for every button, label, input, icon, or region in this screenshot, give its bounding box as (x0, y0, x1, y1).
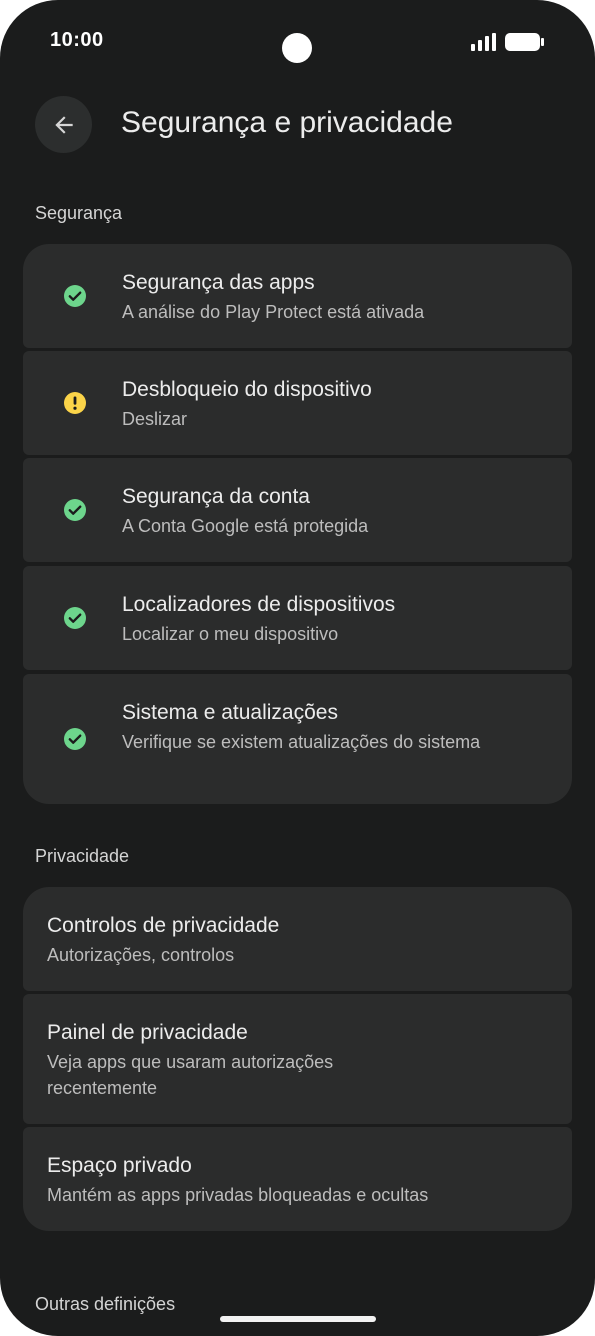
item-subtitle: Verifique se existem atualizações do sis… (122, 732, 481, 752)
security-item-app-security[interactable]: Segurança das apps A análise do Play Pro… (23, 244, 572, 348)
item-title: Segurança das apps (122, 271, 315, 294)
item-title: Controlos de privacidade (47, 914, 280, 937)
camera-cutout (282, 33, 312, 63)
item-title: Localizadores de dispositivos (122, 593, 396, 616)
section-header-privacy: Privacidade (35, 846, 130, 866)
section-header-other: Outras definições (35, 1294, 176, 1314)
item-title: Sistema e atualizações (122, 701, 338, 724)
warning-circle-icon (64, 392, 86, 414)
back-button[interactable] (35, 96, 92, 153)
check-circle-icon (64, 499, 86, 521)
item-title: Espaço privado (47, 1154, 192, 1177)
security-item-device-unlock[interactable]: Desbloqueio do dispositivo Deslizar (23, 351, 572, 455)
status-bar: 10:00 (0, 0, 595, 90)
signal-icon (471, 33, 496, 51)
privacy-item-private-space[interactable]: Espaço privado Mantém as apps privadas b… (23, 1127, 572, 1231)
item-subtitle: A análise do Play Protect está ativada (122, 302, 425, 322)
phone-screen: 10:00 Segurança e privacidade Segurança … (0, 0, 595, 1336)
privacy-item-controls[interactable]: Controlos de privacidade Autorizações, c… (23, 887, 572, 991)
section-header-security: Segurança (35, 203, 123, 223)
item-title: Desbloqueio do dispositivo (122, 378, 372, 401)
page-title: Segurança e privacidade (121, 106, 453, 139)
status-time: 10:00 (50, 29, 104, 51)
privacy-item-dashboard[interactable]: Painel de privacidade Veja apps que usar… (23, 994, 572, 1124)
security-item-account-security[interactable]: Segurança da conta A Conta Google está p… (23, 458, 572, 562)
item-title: Segurança da conta (122, 485, 310, 508)
item-subtitle: Mantém as apps privadas bloqueadas e ocu… (47, 1185, 429, 1205)
item-subtitle: Veja apps que usaram autorizações recent… (47, 1052, 334, 1098)
arrow-back-icon (54, 115, 73, 134)
item-subtitle: A Conta Google está protegida (122, 516, 369, 536)
security-item-system-updates[interactable]: Sistema e atualizações Verifique se exis… (23, 674, 572, 804)
item-subtitle: Deslizar (122, 409, 188, 429)
home-indicator[interactable] (220, 1316, 376, 1322)
battery-icon (505, 33, 544, 51)
check-circle-icon (64, 285, 86, 307)
check-circle-icon (64, 607, 86, 629)
item-subtitle: Localizar o meu dispositivo (122, 624, 339, 644)
item-title: Painel de privacidade (47, 1021, 248, 1044)
check-circle-icon (64, 728, 86, 750)
security-item-device-finders[interactable]: Localizadores de dispositivos Localizar … (23, 566, 572, 670)
item-subtitle: Autorizações, controlos (47, 945, 235, 965)
